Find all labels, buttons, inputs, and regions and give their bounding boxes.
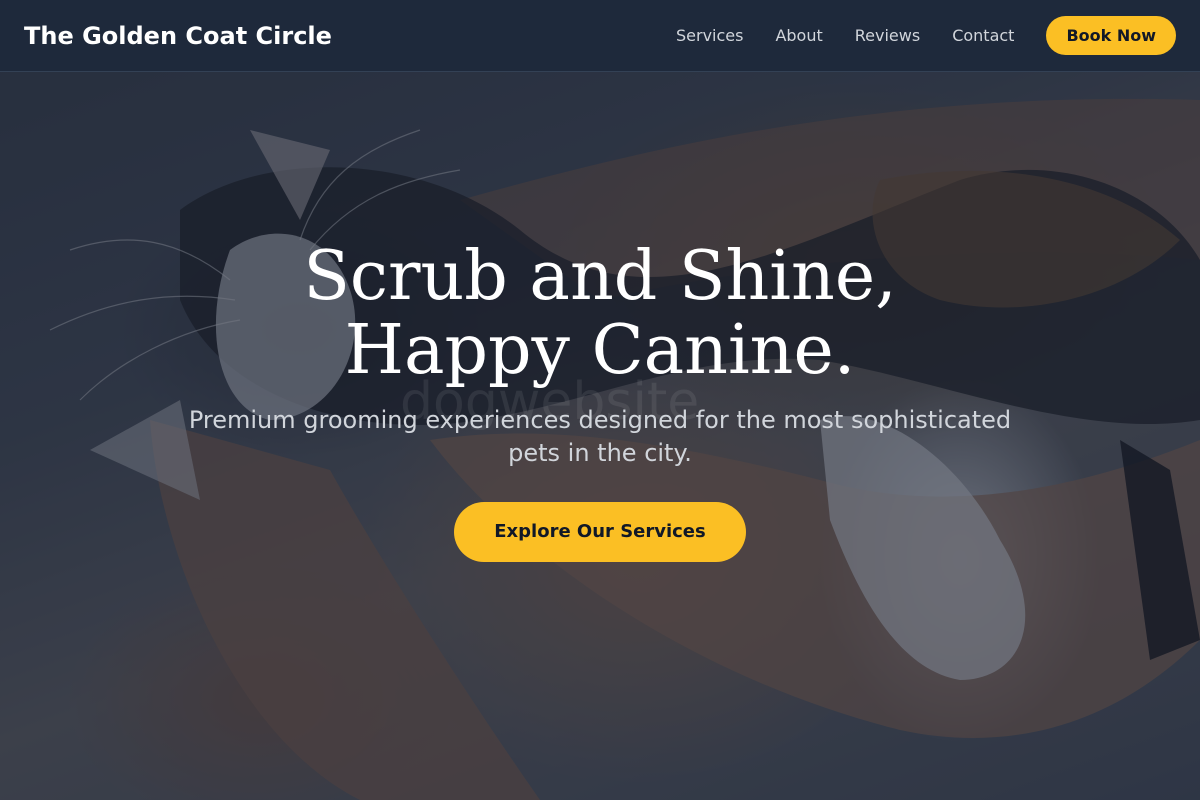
hero-title: Scrub and Shine, Happy Canine. (303, 237, 897, 390)
top-navbar: The Golden Coat Circle Services About Re… (0, 0, 1200, 72)
explore-services-button[interactable]: Explore Our Services (454, 502, 746, 562)
nav-link-reviews[interactable]: Reviews (855, 26, 920, 45)
brand-logo[interactable]: The Golden Coat Circle (24, 22, 332, 50)
book-now-button[interactable]: Book Now (1046, 16, 1176, 55)
hero-subtitle: Premium grooming experiences designed fo… (188, 406, 1012, 467)
hero-content: Scrub and Shine, Happy Canine. Premium g… (0, 240, 1200, 562)
nav-link-about[interactable]: About (775, 26, 822, 45)
nav-links: Services About Reviews Contact Book Now (676, 16, 1176, 55)
nav-link-contact[interactable]: Contact (952, 26, 1014, 45)
nav-link-services[interactable]: Services (676, 26, 743, 45)
